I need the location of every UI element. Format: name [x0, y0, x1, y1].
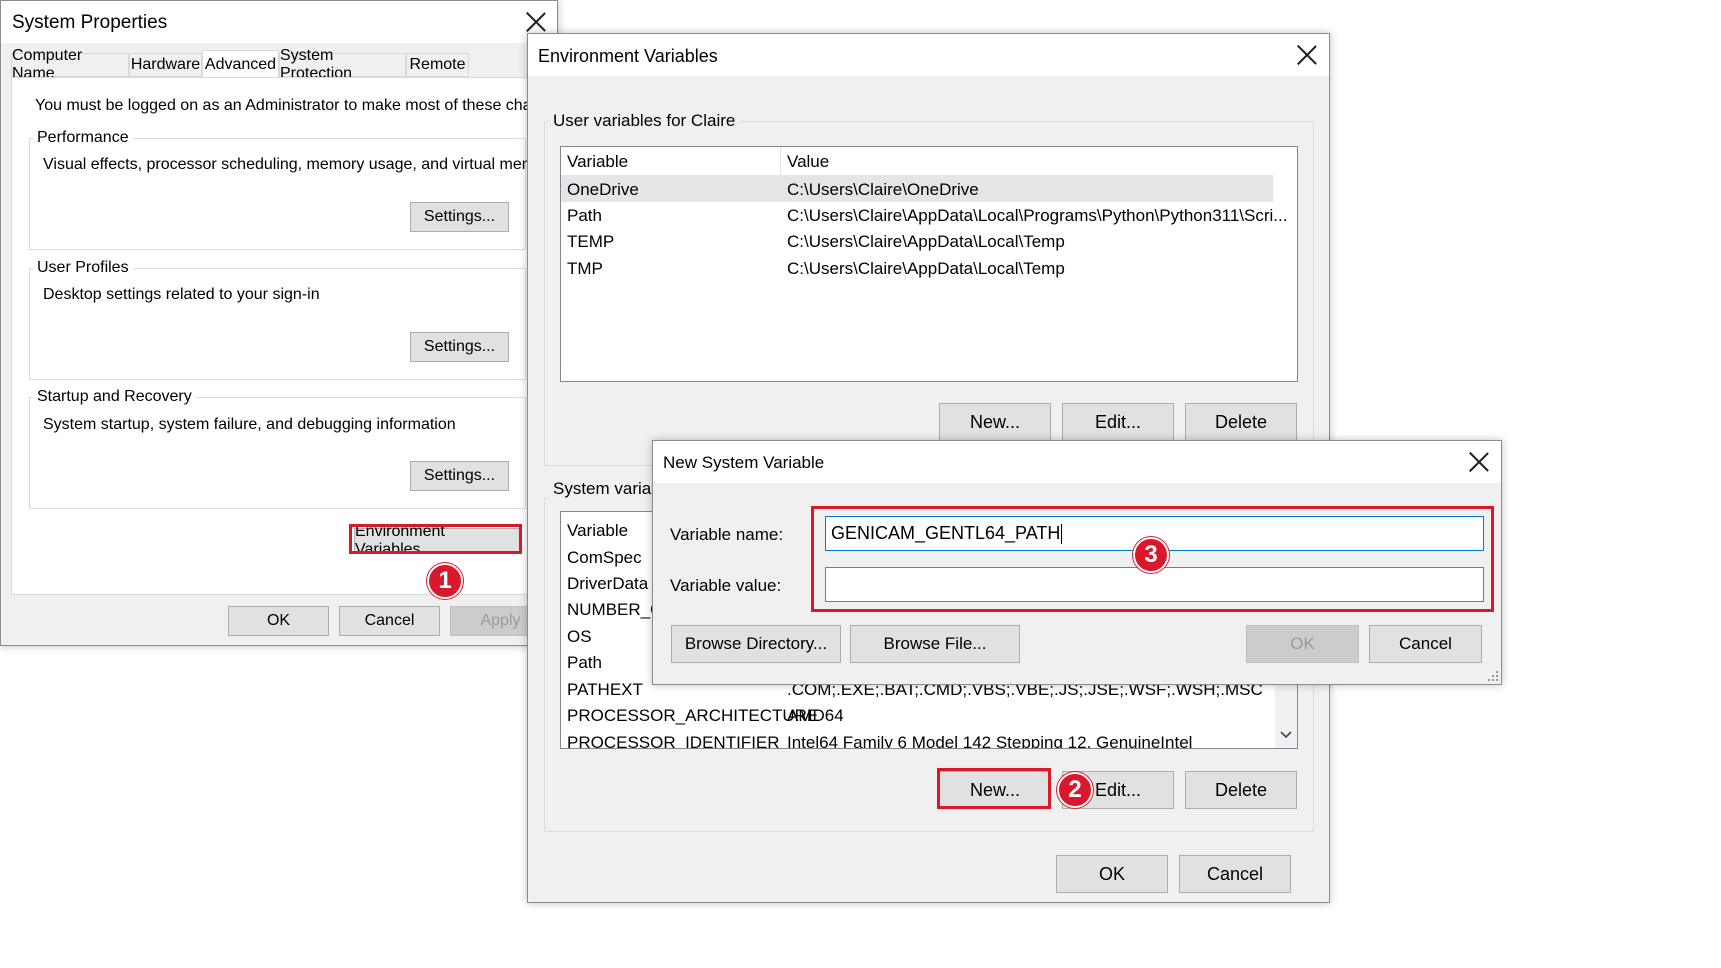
- list-header: Variable Value: [561, 147, 1273, 176]
- tab-advanced[interactable]: Advanced: [202, 50, 279, 78]
- user-edit-button[interactable]: Edit...: [1062, 403, 1174, 441]
- row-value: AMD64: [787, 706, 844, 725]
- row-variable[interactable]: PROCESSOR_ARCHITECTURE: [567, 706, 818, 726]
- startup-label: Startup and Recovery: [33, 388, 196, 406]
- table-row[interactable]: TEMP C:\Users\Claire\AppData\Local\Temp: [561, 229, 1273, 255]
- new-var-ok-button[interactable]: OK: [1246, 625, 1359, 663]
- user-profiles-group: [29, 268, 526, 380]
- performance-group: [29, 138, 526, 250]
- table-row[interactable]: OneDrive C:\Users\Claire\OneDrive: [561, 176, 1273, 202]
- user-new-button[interactable]: New...: [939, 403, 1051, 441]
- user-delete-button[interactable]: Delete: [1185, 403, 1297, 441]
- window-title: New System Variable: [663, 453, 825, 472]
- row-variable[interactable]: OS: [567, 627, 592, 647]
- tab-hardware[interactable]: Hardware: [129, 53, 202, 77]
- sysprop-cancel-button[interactable]: Cancel: [339, 606, 440, 636]
- row-variable[interactable]: NUMBER_O: [567, 600, 663, 620]
- advanced-tab-panel: You must be logged on as an Administrato…: [11, 77, 571, 595]
- row-variable[interactable]: PATHEXT: [567, 680, 643, 700]
- table-row[interactable]: TMP C:\Users\Claire\AppData\Local\Temp: [561, 255, 1273, 281]
- user-variables-label: User variables for Claire: [549, 111, 740, 131]
- resize-grip-icon[interactable]: [1487, 670, 1499, 682]
- system-delete-button[interactable]: Delete: [1185, 771, 1297, 809]
- startup-desc: System startup, system failure, and debu…: [43, 416, 456, 433]
- sysprop-ok-button[interactable]: OK: [228, 606, 329, 636]
- tab-remote[interactable]: Remote: [406, 53, 469, 77]
- column-divider: [780, 147, 781, 175]
- table-row[interactable]: Path C:\Users\Claire\AppData\Local\Progr…: [561, 203, 1287, 229]
- new-var-cancel-button[interactable]: Cancel: [1369, 625, 1482, 663]
- row-variable[interactable]: DriverData: [567, 574, 648, 594]
- performance-desc: Visual effects, processor scheduling, me…: [43, 156, 558, 173]
- row-value: C:\Users\Claire\AppData\Local\Temp: [787, 232, 1065, 251]
- user-profiles-label: User Profiles: [33, 259, 133, 277]
- system-variables-label: System variab: [549, 479, 665, 499]
- tab-computer-name[interactable]: Computer Name: [11, 47, 129, 82]
- startup-group: [29, 397, 526, 509]
- row-variable: TMP: [567, 259, 603, 278]
- performance-settings-button[interactable]: Settings...: [410, 202, 509, 232]
- chevron-down-icon[interactable]: [1275, 724, 1297, 746]
- user-variables-list[interactable]: Variable Value OneDrive C:\Users\Claire\…: [560, 146, 1298, 382]
- env-vars-titlebar: Environment Variables: [528, 34, 1329, 76]
- step-badge-2: 2: [1057, 772, 1093, 808]
- env-cancel-button[interactable]: Cancel: [1179, 855, 1291, 893]
- row-value: C:\Users\Claire\AppData\Local\Temp: [787, 259, 1065, 278]
- close-icon[interactable]: [524, 10, 548, 34]
- row-variable: OneDrive: [567, 180, 639, 199]
- startup-settings-button[interactable]: Settings...: [410, 461, 509, 491]
- admin-note: You must be logged on as an Administrato…: [35, 97, 571, 114]
- row-variable: TEMP: [567, 232, 615, 251]
- column-header-variable[interactable]: Variable: [567, 521, 628, 541]
- row-variable[interactable]: ComSpec: [567, 548, 642, 568]
- env-ok-button[interactable]: OK: [1056, 855, 1168, 893]
- row-value: C:\Users\Claire\AppData\Local\Programs\P…: [787, 206, 1288, 225]
- browse-file-button[interactable]: Browse File...: [850, 625, 1020, 663]
- close-icon[interactable]: [1295, 43, 1319, 67]
- row-variable[interactable]: PROCESSOR_IDENTIFIER: [567, 733, 780, 748]
- highlight-env-vars-button: [349, 524, 522, 554]
- highlight-system-new-button: [937, 768, 1051, 809]
- tab-system-protection[interactable]: System Protection: [279, 47, 406, 82]
- column-header-value[interactable]: Value: [787, 152, 829, 172]
- window-title: System Properties: [12, 12, 168, 33]
- window-title: Environment Variables: [538, 46, 718, 66]
- row-variable: Path: [567, 206, 602, 225]
- variable-name-label: Variable name:: [670, 525, 784, 544]
- column-header-variable[interactable]: Variable: [567, 152, 628, 172]
- system-properties-titlebar: System Properties: [1, 1, 557, 43]
- variable-value-label: Variable value:: [670, 576, 782, 595]
- user-profiles-desc: Desktop settings related to your sign-in: [43, 286, 320, 303]
- row-variable[interactable]: Path: [567, 653, 602, 673]
- step-badge-1: 1: [427, 563, 463, 599]
- performance-label: Performance: [33, 129, 133, 147]
- row-value: Intel64 Family 6 Model 142 Stepping 12, …: [787, 733, 1193, 749]
- browse-directory-button[interactable]: Browse Directory...: [671, 625, 841, 663]
- step-badge-3: 3: [1133, 537, 1169, 573]
- close-icon[interactable]: [1467, 450, 1491, 474]
- new-var-titlebar: New System Variable: [653, 441, 1501, 483]
- user-profiles-settings-button[interactable]: Settings...: [410, 332, 509, 362]
- row-value: C:\Users\Claire\OneDrive: [787, 180, 979, 199]
